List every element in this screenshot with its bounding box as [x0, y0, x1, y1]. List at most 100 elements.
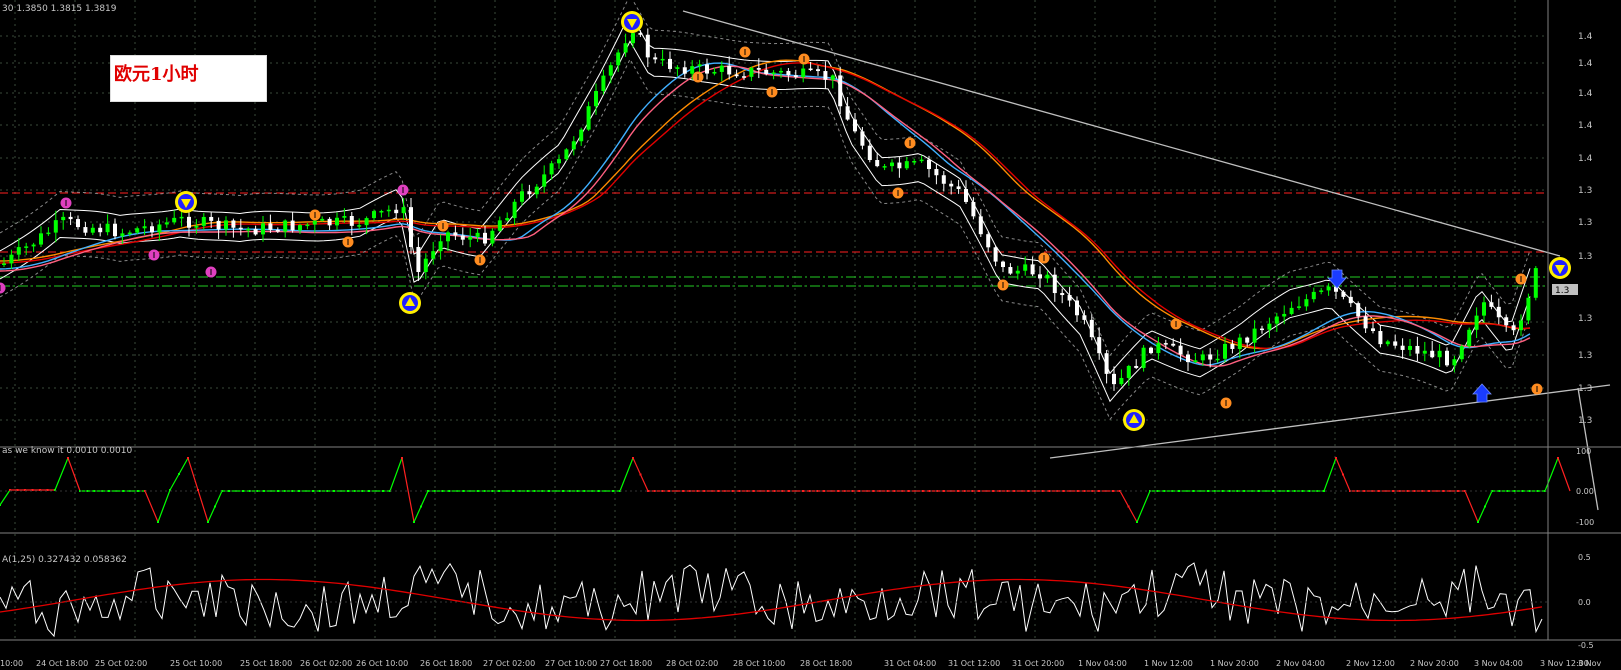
- candle-body: [379, 211, 384, 213]
- candle-body: [1067, 295, 1072, 301]
- candle: [423, 253, 428, 280]
- candle: [1482, 296, 1486, 323]
- candle: [934, 163, 939, 185]
- candle-body: [1230, 343, 1235, 349]
- candle: [1304, 294, 1309, 311]
- osc-dot: [942, 490, 945, 492]
- candle: [705, 58, 709, 80]
- candle: [224, 216, 228, 236]
- osc-dot: [122, 490, 125, 492]
- osc-dot: [333, 490, 335, 492]
- candle-body: [53, 220, 58, 233]
- ma-red: [0, 62, 1531, 350]
- candle-body: [438, 241, 443, 252]
- candle-body: [660, 58, 665, 61]
- candle: [608, 62, 613, 84]
- candle: [993, 245, 998, 267]
- osc-dot: [992, 490, 995, 492]
- candle-body: [853, 119, 857, 132]
- candle-body: [645, 34, 650, 58]
- candle-body: [830, 75, 835, 80]
- candle-body: [542, 174, 547, 187]
- osc-dot: [639, 473, 642, 476]
- osc-segment: [389, 457, 403, 492]
- candle: [16, 238, 21, 261]
- candle-body: [756, 68, 761, 70]
- candle: [1186, 350, 1190, 372]
- candle-body: [668, 58, 672, 69]
- price-tick-label: 1.3: [1578, 384, 1592, 394]
- candle-body: [1274, 316, 1279, 324]
- candle-body: [490, 230, 495, 244]
- osc-dot: [547, 490, 550, 492]
- candle-body: [312, 220, 317, 225]
- candle-body: [964, 189, 968, 202]
- orange-marker: [342, 236, 354, 248]
- candle-body: [682, 67, 687, 74]
- candle: [1378, 325, 1383, 348]
- candle: [668, 51, 672, 73]
- pink-marker: [0, 282, 6, 294]
- candle-body: [320, 218, 325, 221]
- osc-dot: [632, 457, 634, 459]
- osc-segment: [401, 457, 415, 523]
- time-tick-label: 27 Oct 02:00: [483, 659, 535, 668]
- candle-body: [616, 52, 621, 66]
- candle-body: [1526, 297, 1531, 321]
- osc-dot: [1243, 490, 1246, 492]
- time-tick-label: 31 Oct 12:00: [948, 659, 1000, 668]
- ind2-tick-label: 0.0: [1578, 598, 1591, 607]
- time-axis-labels: 10:00 24 Oct 18:00 25 Oct 02:00 25 Oct 10:0…: [0, 659, 1602, 668]
- candle: [638, 30, 643, 37]
- candle-body: [1208, 354, 1213, 360]
- candle: [1415, 336, 1420, 362]
- candle: [1126, 364, 1131, 386]
- price-tick-label: 1.3: [1578, 252, 1592, 262]
- candle: [357, 218, 362, 230]
- candle-body: [919, 159, 924, 162]
- candle-body: [298, 225, 302, 231]
- osc-dot: [597, 490, 600, 492]
- candle: [941, 171, 946, 192]
- candle: [675, 65, 680, 77]
- candle-body: [1038, 274, 1042, 279]
- candle: [1141, 345, 1146, 372]
- candle: [1533, 266, 1538, 301]
- osc-dot: [67, 457, 69, 459]
- orange-marker: [1531, 383, 1543, 395]
- orange-marker: [1038, 252, 1050, 264]
- ind1-header-label: as we know it 0.0010 0.0010: [2, 446, 132, 456]
- osc-dot: [801, 490, 804, 492]
- candle: [645, 28, 650, 68]
- candle-body: [2, 263, 6, 265]
- candle-body: [238, 227, 243, 230]
- pink-marker: [60, 197, 72, 209]
- candle-body: [1141, 347, 1146, 368]
- candle-body: [557, 159, 561, 164]
- candle-body: [431, 251, 436, 259]
- candle: [890, 159, 894, 172]
- candle: [867, 139, 872, 163]
- osc-tick-label: 0.00: [1576, 487, 1594, 496]
- candle-body: [1052, 274, 1057, 294]
- osc-dot: [647, 490, 649, 492]
- price-tick-label: 1.3: [1578, 416, 1592, 426]
- candle-body: [564, 149, 569, 160]
- candle-body: [1482, 302, 1486, 316]
- orange-marker: [892, 187, 904, 199]
- candle-body: [1149, 347, 1153, 354]
- candle-body: [305, 224, 310, 227]
- time-tick-label: 1 Nov 04:00: [1078, 659, 1127, 668]
- candle-body: [1474, 315, 1479, 330]
- candle: [534, 184, 539, 199]
- candle-body: [127, 232, 132, 235]
- candle: [1038, 266, 1042, 288]
- candle: [1445, 347, 1449, 367]
- candle: [216, 217, 221, 240]
- candle-body: [224, 220, 228, 230]
- candle-body: [978, 216, 983, 235]
- osc-dot: [277, 490, 279, 492]
- candle: [1289, 301, 1294, 316]
- candle-body: [1363, 316, 1368, 329]
- candle-body: [475, 232, 480, 237]
